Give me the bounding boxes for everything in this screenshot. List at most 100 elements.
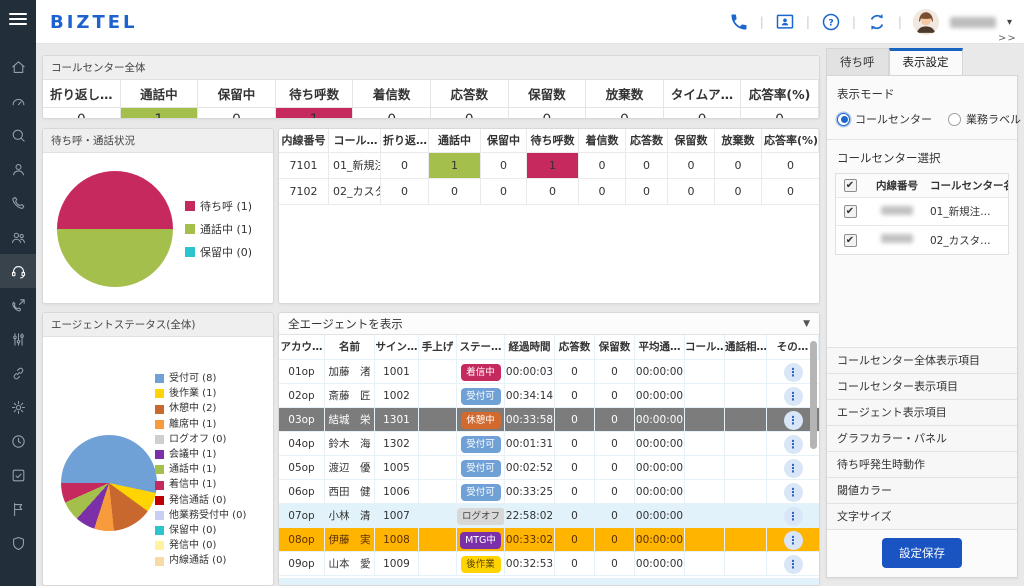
agent-answers: 0 <box>555 384 595 407</box>
sidebar-item-phone[interactable] <box>0 186 36 220</box>
table-row[interactable]: 7102 02_カスタ… 0 0 0 0 0 0 0 0 0 <box>279 179 819 205</box>
agent-avg-talk: 00:00:00 <box>635 360 685 383</box>
caret-down-icon[interactable]: ▼ <box>803 319 810 329</box>
sidebar-item-history[interactable] <box>0 424 36 458</box>
agent-call-partner <box>725 480 767 503</box>
row-actions-button[interactable]: ⋮ <box>784 507 803 526</box>
sidebar-item-dashboard[interactable] <box>0 84 36 118</box>
agent-handraise <box>419 408 457 431</box>
agent-row[interactable]: 03op 結城 栄 1301 休憩中 00:33:58 0 0 00:00:00… <box>279 408 819 432</box>
help-icon[interactable]: ? <box>821 12 841 32</box>
agent-filter-dropdown[interactable]: 全エージェントを表示 ▼ <box>279 313 819 335</box>
sidebar-item-outbound[interactable] <box>0 288 36 322</box>
row-actions-button[interactable]: ⋮ <box>784 411 803 430</box>
radio-callcenter[interactable]: コールセンター <box>837 111 932 127</box>
stats-value: 0 <box>509 108 587 119</box>
separator: | <box>760 15 764 29</box>
chevron-down-icon[interactable]: ▾ <box>1007 17 1012 28</box>
column-header: 応答数 <box>626 129 668 152</box>
agent-call-partner <box>725 552 767 575</box>
agent-elapsed: 00:32:53 <box>505 552 555 575</box>
sidebar-item-settings[interactable] <box>0 390 36 424</box>
sidebar-item-monitoring[interactable] <box>0 254 36 288</box>
row-checkbox[interactable]: ✔ <box>844 234 857 247</box>
refresh-icon[interactable] <box>867 12 887 32</box>
row-actions-button[interactable]: ⋮ <box>784 555 803 574</box>
menu-icon[interactable] <box>9 13 27 25</box>
sidebar-item-shield[interactable] <box>0 526 36 560</box>
agent-answers: 0 <box>555 552 595 575</box>
radio-selected-icon[interactable] <box>837 113 850 126</box>
agent-row[interactable]: 05op 渡辺 優 1005 受付可 00:02:52 0 0 00:00:00… <box>279 456 819 480</box>
agent-answers: 0 <box>555 504 595 527</box>
agent-handraise <box>419 456 457 479</box>
status-badge: 着信中 <box>461 364 501 381</box>
agent-row[interactable]: 04op 鈴木 海 1302 受付可 00:01:31 0 0 00:00:00… <box>279 432 819 456</box>
tab-queue[interactable]: 待ち呼 <box>826 48 889 75</box>
sidebar-item-sliders[interactable] <box>0 322 36 356</box>
table-row[interactable]: 7101 01_新規注… 0 1 0 1 0 0 0 0 0 <box>279 153 819 179</box>
settings-section-row[interactable]: エージェント表示項目 <box>827 399 1017 425</box>
sidebar-item-search[interactable] <box>0 118 36 152</box>
agent-row[interactable]: 02op 斎藤 匠 1002 受付可 00:34:14 0 0 00:00:00… <box>279 384 819 408</box>
settings-section-row[interactable]: グラフカラー・パネル <box>827 425 1017 451</box>
row-actions-button[interactable]: ⋮ <box>784 363 803 382</box>
sidebar-item-tasks[interactable] <box>0 458 36 492</box>
phone-icon[interactable] <box>729 12 749 32</box>
settings-section-row[interactable]: 閾値カラー <box>827 477 1017 503</box>
agent-row[interactable]: 01op 加藤 渚 1001 着信中 00:00:03 0 0 00:00:00… <box>279 360 819 384</box>
queue-pie-chart <box>57 171 173 287</box>
agent-holds: 0 <box>595 456 635 479</box>
center-select-row[interactable]: ✔ 02_カスタ… <box>836 226 1008 254</box>
stats-value: 0 <box>198 108 276 119</box>
agent-account: 05op <box>279 456 325 479</box>
agent-row[interactable]: 07op 小林 清 1007 ログオフ 22:58:02 0 0 00:00:0… <box>279 504 819 528</box>
sidebar-item-agents[interactable] <box>0 220 36 254</box>
save-settings-button[interactable]: 設定保存 <box>882 538 962 568</box>
agent-filter-label: 全エージェントを表示 <box>288 316 403 332</box>
agent-account: 07op <box>279 504 325 527</box>
sidebar-item-home[interactable] <box>0 50 36 84</box>
stats-column-header: 着信数 <box>353 80 431 108</box>
row-actions-button[interactable]: ⋮ <box>784 483 803 502</box>
agent-row[interactable]: 06op 西田 健 1006 受付可 00:33:25 0 0 00:00:00… <box>279 480 819 504</box>
callcenter-table-panel: 内線番号コール…折り返…通話中保留中待ち呼数着信数応答数保留数放棄数応答率(%)… <box>278 128 820 304</box>
agent-avg-talk: 00:00:00 <box>635 384 685 407</box>
center-select-row[interactable]: ✔ 01_新規注… <box>836 198 1008 226</box>
settings-section-row[interactable]: 文字サイズ <box>827 503 1017 529</box>
panel-collapse-control[interactable]: >> <box>998 33 1017 44</box>
contact-card-icon[interactable] <box>775 12 795 32</box>
sidebar-item-user[interactable] <box>0 152 36 186</box>
sidebar-item-flag[interactable] <box>0 492 36 526</box>
partially-visible-row <box>279 578 819 585</box>
legend-swatch <box>155 405 164 414</box>
radio-icon[interactable] <box>948 113 961 126</box>
column-header: コール… <box>329 129 381 152</box>
row-actions-button[interactable]: ⋮ <box>784 531 803 550</box>
check-square-icon <box>10 467 27 484</box>
center-name: 02_カスタ… <box>930 233 1008 248</box>
sidebar-item-link[interactable] <box>0 356 36 390</box>
agent-row[interactable]: 08op 伊藤 実 1008 MTG中 00:33:02 0 0 00:00:0… <box>279 528 819 552</box>
queue-status-panel: 待ち呼・通話状況 待ち呼 (1)通話中 (1)保留中 (0) <box>42 128 274 304</box>
settings-section-row[interactable]: 待ち呼発生時動作 <box>827 451 1017 477</box>
select-all-checkbox[interactable]: ✔ <box>844 179 857 192</box>
row-checkbox[interactable]: ✔ <box>844 205 857 218</box>
agent-elapsed: 00:33:58 <box>505 408 555 431</box>
agent-elapsed: 00:33:25 <box>505 480 555 503</box>
agent-holds: 0 <box>595 504 635 527</box>
shield-icon <box>10 535 27 552</box>
radio-business-label[interactable]: 業務ラベル <box>948 111 1021 127</box>
legend-swatch <box>155 374 164 383</box>
row-actions-button[interactable]: ⋮ <box>784 459 803 478</box>
row-actions-button[interactable]: ⋮ <box>784 435 803 454</box>
user-avatar[interactable] <box>913 9 939 35</box>
table-scrollbar[interactable] <box>810 341 817 449</box>
agent-row[interactable]: 09op 山本 愛 1009 後作業 00:32:53 0 0 00:00:00… <box>279 552 819 576</box>
settings-section-row[interactable]: コールセンター表示項目 <box>827 373 1017 399</box>
agent-avg-talk: 00:00:00 <box>635 528 685 551</box>
tab-display-settings[interactable]: 表示設定 <box>889 48 963 75</box>
row-actions-button[interactable]: ⋮ <box>784 387 803 406</box>
settings-section-row[interactable]: コールセンター全体表示項目 <box>827 347 1017 373</box>
agent-avg-talk: 00:00:00 <box>635 432 685 455</box>
